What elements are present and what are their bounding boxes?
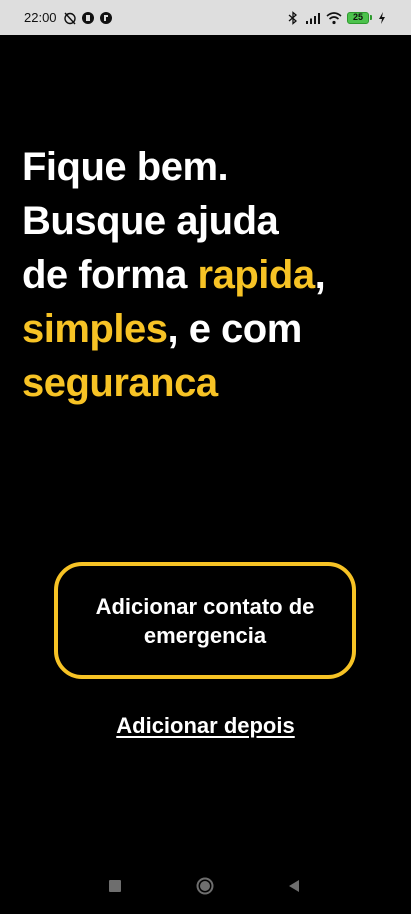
headline-text: de forma (22, 253, 198, 297)
battery-icon: 25 (347, 11, 372, 24)
headline-highlight-simples: simples (22, 307, 168, 351)
headline-line-4: simples, e com (22, 302, 392, 356)
headline-line-2: Busque ajuda (22, 199, 279, 243)
alarm-off-icon (63, 12, 76, 24)
add-later-link[interactable]: Adicionar depois (0, 713, 411, 739)
status-bar: 22:00 25 (0, 0, 411, 35)
status-bar-left: 22:00 (24, 0, 113, 35)
wifi-icon (326, 11, 342, 24)
headline-line-5: seguranca (22, 356, 392, 410)
headline-line-3: de forma rapida, (22, 248, 392, 302)
app-notification-icon (99, 11, 112, 24)
bluetooth-icon (288, 10, 298, 25)
add-emergency-contact-label: Adicionar contato de emergencia (95, 593, 315, 648)
headline: Fique bem. Busque ajuda de forma rapida,… (22, 140, 392, 410)
charging-icon (379, 11, 385, 24)
headline-highlight-rapida: rapida (197, 253, 316, 297)
headline-highlight-seguranca: seguranca (22, 361, 218, 405)
status-time: 22:00 (24, 10, 57, 25)
signal-icon (306, 12, 320, 24)
headline-text: , e com (167, 307, 302, 351)
navigation-bar (0, 860, 411, 914)
status-bar-right: 25 (286, 0, 387, 35)
home-icon[interactable] (196, 877, 214, 895)
app-notification-icon (81, 11, 94, 24)
back-icon[interactable] (287, 879, 301, 893)
headline-line-1: Fique bem. (22, 145, 229, 189)
recent-apps-icon[interactable] (109, 880, 121, 892)
add-emergency-contact-button[interactable]: Adicionar contato de emergencia (54, 562, 356, 679)
headline-text: , (314, 253, 326, 297)
